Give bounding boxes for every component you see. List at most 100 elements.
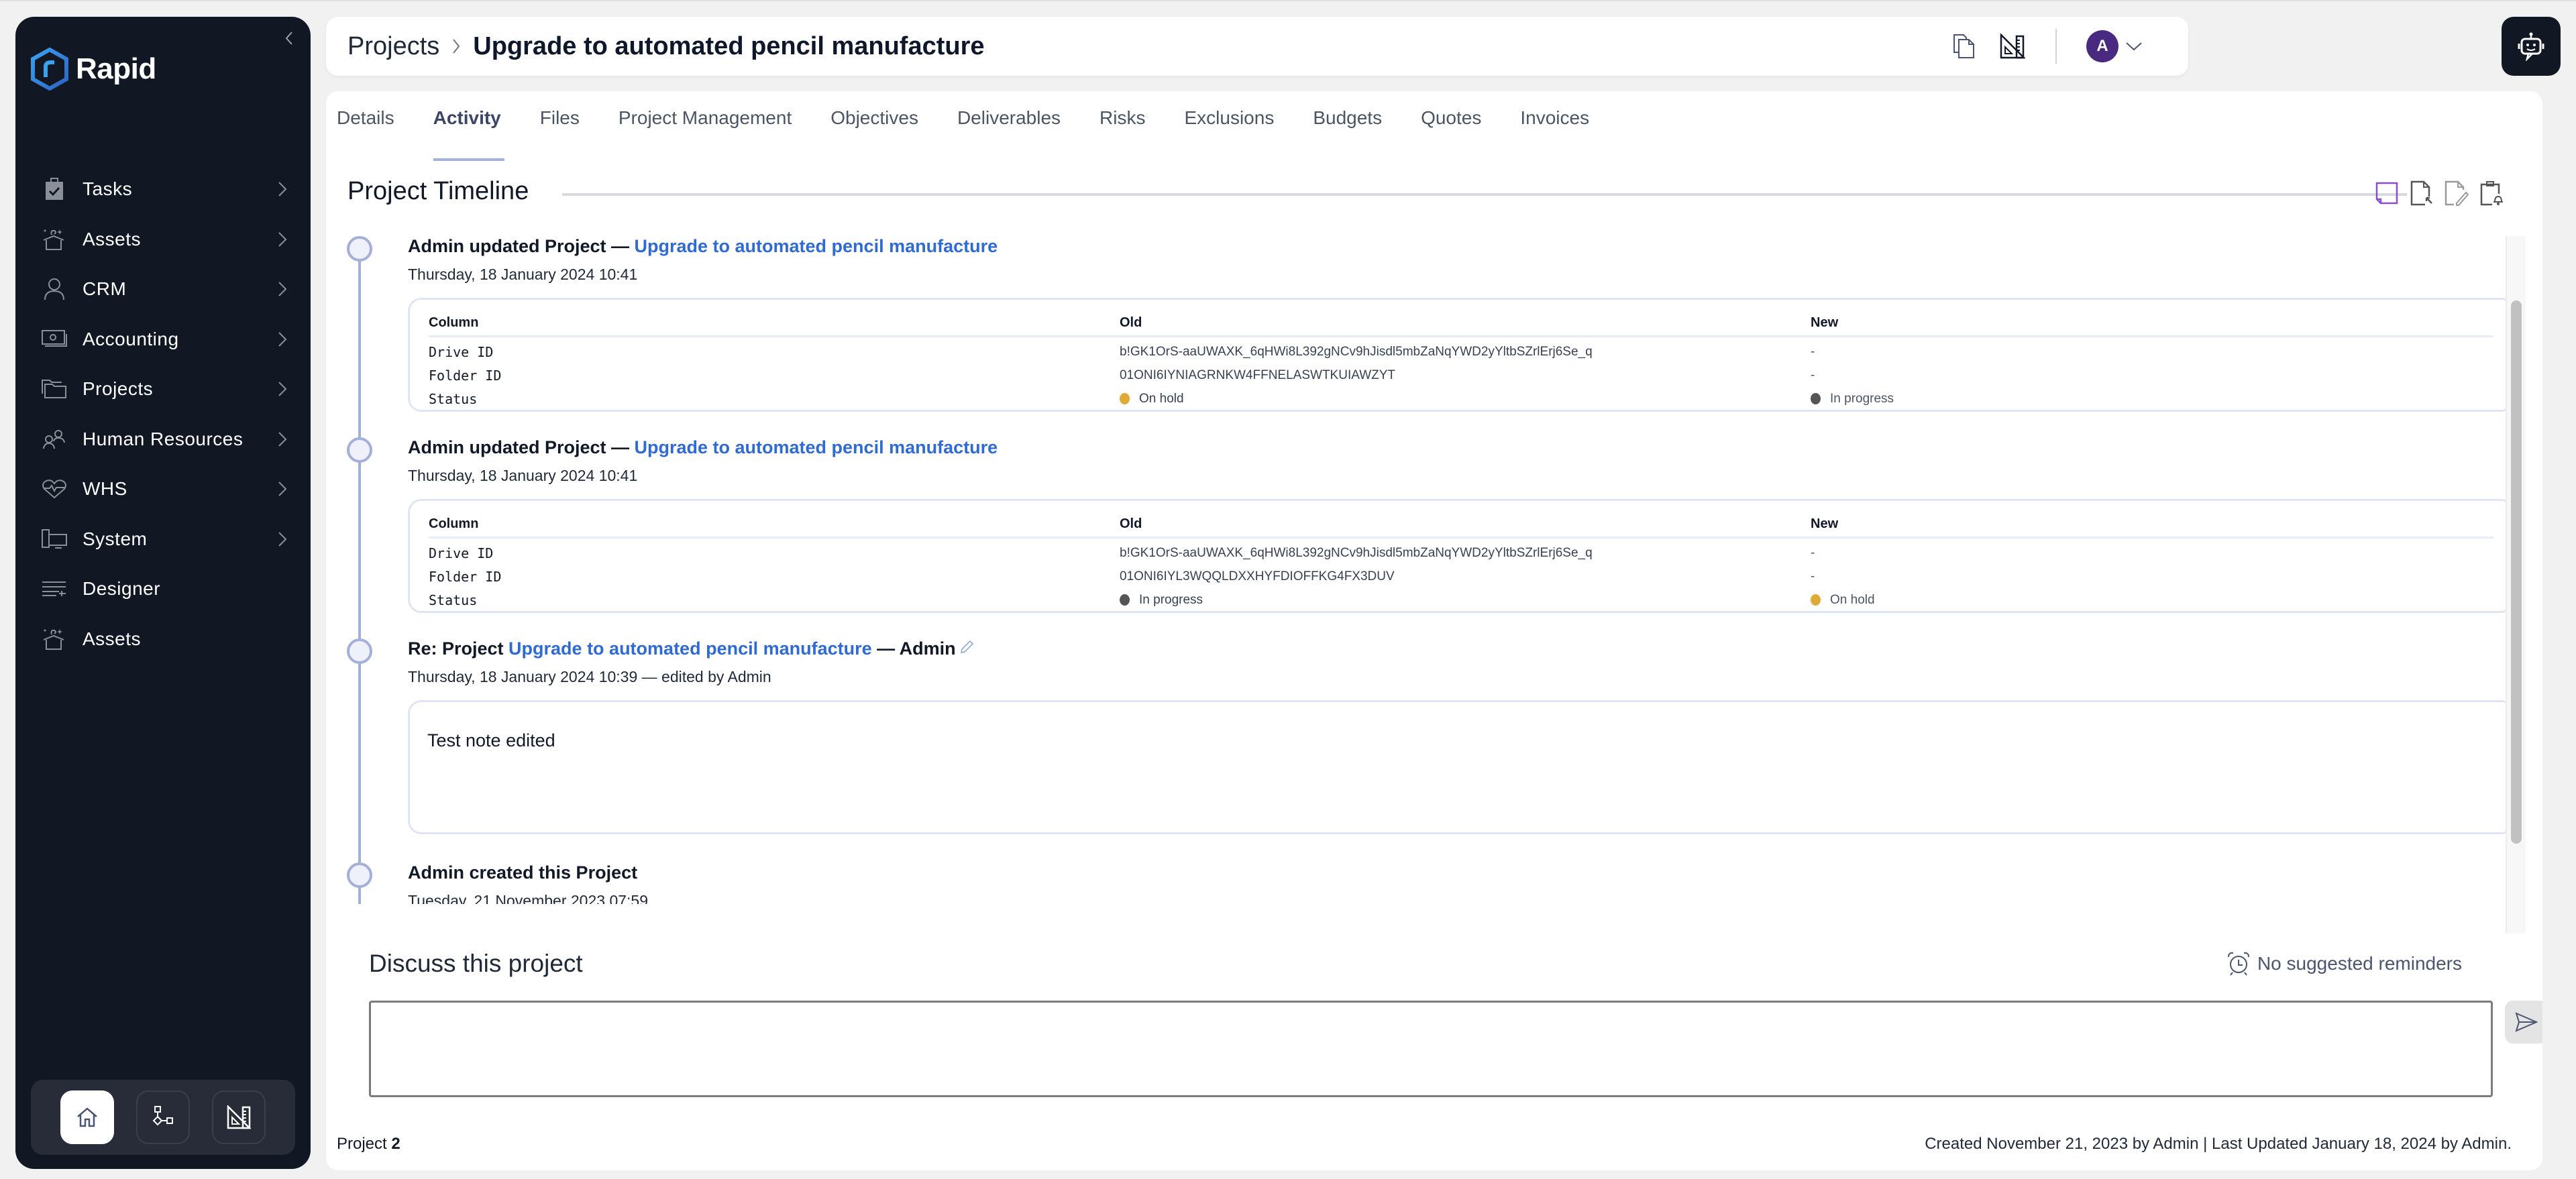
tab-quotes[interactable]: Quotes xyxy=(1421,107,1500,148)
sidebar-item-designer[interactable]: Designer xyxy=(15,564,311,614)
edit-note-button[interactable] xyxy=(959,639,975,660)
record-number: 2 xyxy=(391,1135,400,1153)
breadcrumb-projects-link[interactable]: Projects xyxy=(347,32,439,61)
tab-exclusions[interactable]: Exclusions xyxy=(1184,107,1293,148)
add-note-button[interactable] xyxy=(2373,180,2400,207)
event-heading: Admin updated Project — Upgrade to autom… xyxy=(408,437,998,458)
tab-activity[interactable]: Activity xyxy=(433,107,520,161)
status-badge: On hold xyxy=(1139,391,1184,406)
brand-logo[interactable]: Rapid xyxy=(30,48,156,91)
copy-documents-icon xyxy=(1953,34,1974,58)
note-text: Test note edited xyxy=(427,730,555,750)
set-square-ruler-icon xyxy=(2000,34,2025,59)
sidebar-item-label: WHS xyxy=(83,478,127,500)
file-arrow-icon xyxy=(2410,180,2432,206)
field-name: Folder ID xyxy=(429,367,502,384)
sidebar-item-system[interactable]: System xyxy=(15,514,311,565)
users-icon xyxy=(43,429,65,449)
tab-project-management[interactable]: Project Management xyxy=(619,107,810,148)
sidebar-item-crm[interactable]: CRM xyxy=(15,264,311,315)
main-panel: Details Activity Files Project Managemen… xyxy=(326,91,2542,1170)
design-tools-button[interactable] xyxy=(1999,33,2026,60)
dock-design-tools-button[interactable] xyxy=(211,1090,266,1144)
sidebar-item-whs[interactable]: WHS xyxy=(15,464,311,514)
project-link[interactable]: Upgrade to automated pencil manufacture xyxy=(635,437,998,457)
user-menu[interactable]: A xyxy=(2086,30,2143,62)
discussion-input[interactable] xyxy=(369,1001,2493,1097)
chevron-right-icon xyxy=(278,432,287,447)
suggested-reminders[interactable]: No suggested reminders xyxy=(2226,951,2462,976)
column-header: Column xyxy=(429,516,479,531)
table-row: Folder ID 01ONI6IYNIAGRNKW4FFNELASWTKUIA… xyxy=(429,363,2493,387)
sidebar-item-projects[interactable]: Projects xyxy=(15,364,311,414)
chevron-right-icon xyxy=(278,232,287,247)
column-header: Column xyxy=(429,315,479,330)
new-header: New xyxy=(1811,516,1839,531)
timeline-scroll-area[interactable]: Admin updated Project — Upgrade to autom… xyxy=(326,233,2533,904)
new-value: - xyxy=(1811,368,1815,382)
event-date: Thursday, 18 January 2024 10:41 xyxy=(408,266,638,283)
sidebar-item-label: Human Resources xyxy=(83,428,244,449)
status-badge: In progress xyxy=(1830,391,1894,406)
project-link[interactable]: Upgrade to automated pencil manufacture xyxy=(508,638,872,659)
assistant-bot-button[interactable] xyxy=(2502,17,2561,76)
note-heading: Re: Project Upgrade to automated pencil … xyxy=(408,638,975,660)
attach-file-button[interactable] xyxy=(2408,180,2435,207)
brand-name: Rapid xyxy=(76,52,156,85)
record-identifier: Project 2 xyxy=(337,1135,400,1154)
tab-budgets[interactable]: Budgets xyxy=(1313,107,1401,148)
note-prefix: Re: Project xyxy=(408,638,509,659)
page-title: Upgrade to automated pencil manufacture xyxy=(473,32,985,60)
new-value: On hold xyxy=(1811,593,2493,608)
breadcrumb-chevron-icon xyxy=(453,39,460,54)
avatar[interactable]: A xyxy=(2086,30,2118,62)
sidebar-item-assets-2[interactable]: Assets xyxy=(15,614,311,665)
send-message-button[interactable] xyxy=(2505,1001,2542,1044)
sidebar-item-label: System xyxy=(83,528,148,549)
clipboard-bell-icon xyxy=(2480,181,2503,206)
change-table: Column Old New Drive ID b!GK1OrS-aaUWAXK… xyxy=(408,298,2514,412)
timeline-scrollbar[interactable] xyxy=(2506,236,2526,934)
scrollbar-thumb[interactable] xyxy=(2511,300,2522,844)
add-reminder-button[interactable] xyxy=(2478,180,2505,207)
table-header-row: Column Old New xyxy=(429,311,2493,337)
tab-details[interactable]: Details xyxy=(337,107,413,148)
tab-invoices[interactable]: Invoices xyxy=(1520,107,1608,148)
timeline-dot xyxy=(347,437,372,463)
alarm-clock-icon xyxy=(2227,952,2249,976)
old-value: 01ONI6IYNIAGRNKW4FFNELASWTKUIAWZYT xyxy=(1120,368,1396,382)
event-heading: Admin updated Project — Upgrade to autom… xyxy=(408,236,998,257)
sidebar-item-label: Tasks xyxy=(83,178,133,200)
list-add-icon xyxy=(42,581,66,597)
event-date: Tuesday, 21 November 2023 07:59 xyxy=(408,892,649,904)
event-action-text: Admin updated Project — xyxy=(408,236,635,256)
sidebar-item-human-resources[interactable]: Human Resources xyxy=(15,414,311,465)
table-row: Drive ID b!GK1OrS-aaUWAXK_6qHWi8L392gNCv… xyxy=(429,541,2493,565)
status-dot-icon xyxy=(1811,393,1821,404)
duplicate-button[interactable] xyxy=(1951,33,1978,60)
window-top-strip xyxy=(0,0,2576,1)
project-link[interactable]: Upgrade to automated pencil manufacture xyxy=(635,236,998,256)
tab-objectives[interactable]: Objectives xyxy=(830,107,937,148)
table-row: Folder ID 01ONI6IYL3WQQLDXXHYFDIOFFKG4FX… xyxy=(429,565,2493,588)
new-header: New xyxy=(1811,315,1839,330)
new-value: In progress xyxy=(1811,392,2493,406)
sticky-note-icon xyxy=(2375,182,2398,205)
collapse-sidebar-button[interactable] xyxy=(277,26,301,50)
dock-workflow-button[interactable] xyxy=(136,1090,190,1144)
sidebar-item-accounting[interactable]: Accounting xyxy=(15,315,311,365)
sidebar-item-assets[interactable]: Assets xyxy=(15,215,311,265)
dock-home-button[interactable] xyxy=(60,1090,115,1144)
folders-icon xyxy=(42,380,66,399)
sidebar-item-label: Projects xyxy=(83,378,154,400)
user-icon xyxy=(44,278,64,300)
send-icon xyxy=(2515,1012,2538,1032)
timeline-actions xyxy=(2373,180,2505,207)
edit-document-button[interactable] xyxy=(2443,180,2470,207)
tab-deliverables[interactable]: Deliverables xyxy=(957,107,1079,148)
sidebar-item-tasks[interactable]: Tasks xyxy=(15,164,311,215)
note-body: Test note edited xyxy=(408,700,2514,834)
tab-risks[interactable]: Risks xyxy=(1099,107,1164,148)
old-value: 01ONI6IYL3WQQLDXXHYFDIOFFKG4FX3DUV xyxy=(1120,569,1395,583)
tab-files[interactable]: Files xyxy=(540,107,598,148)
